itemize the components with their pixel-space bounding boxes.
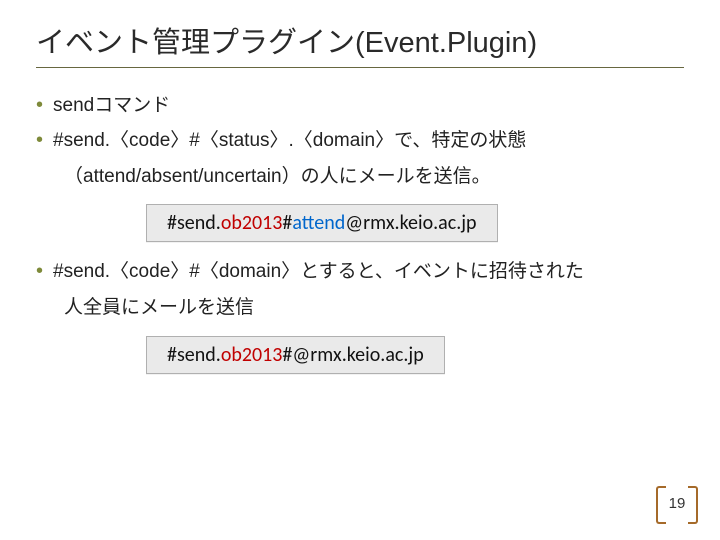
page-number: 19	[669, 495, 686, 512]
bullet-dot-icon: •	[36, 92, 43, 118]
bracket-left-icon	[656, 486, 666, 524]
code-seg-code: ob2013	[221, 343, 283, 367]
bullet-dot-icon: •	[36, 258, 43, 284]
code-seg: @rmx.keio.ac.jp	[345, 211, 476, 235]
code-example-2: #send.ob2013#@rmx.keio.ac.jp	[146, 336, 445, 374]
bullet-text: sendコマンド	[53, 92, 684, 120]
title-divider	[36, 67, 684, 68]
code-seg-status: attend	[292, 211, 345, 235]
bullet-item-3-cont: 人全員にメールを送信	[64, 294, 684, 322]
code-seg: #send.	[167, 211, 221, 235]
code-seg: #send.	[167, 343, 221, 367]
bullet-item-1: • sendコマンド	[36, 92, 684, 120]
code-seg-code: ob2013	[221, 211, 283, 235]
bullet-item-2: • #send.〈code〉#〈status〉.〈domain〉で、特定の状態	[36, 127, 684, 155]
page-number-badge: 19	[656, 482, 698, 524]
bullet-item-3: • #send.〈code〉#〈domain〉とすると、イベントに招待された	[36, 258, 684, 286]
bracket-right-icon	[688, 486, 698, 524]
bullet-item-2-cont: （attend/absent/uncertain）の人にメールを送信。	[64, 163, 684, 191]
code-seg: #@rmx.keio.ac.jp	[282, 343, 423, 367]
bullet-text: #send.〈code〉#〈domain〉とすると、イベントに招待された	[53, 258, 684, 286]
bullet-dot-icon: •	[36, 127, 43, 153]
code-seg: #	[282, 211, 292, 235]
slide: イベント管理プラグイン(Event.Plugin) • sendコマンド • #…	[0, 0, 720, 540]
code-example-1: #send.ob2013#attend@rmx.keio.ac.jp	[146, 204, 498, 242]
slide-title: イベント管理プラグイン(Event.Plugin)	[36, 26, 684, 61]
bullet-text: #send.〈code〉#〈status〉.〈domain〉で、特定の状態	[53, 127, 684, 155]
